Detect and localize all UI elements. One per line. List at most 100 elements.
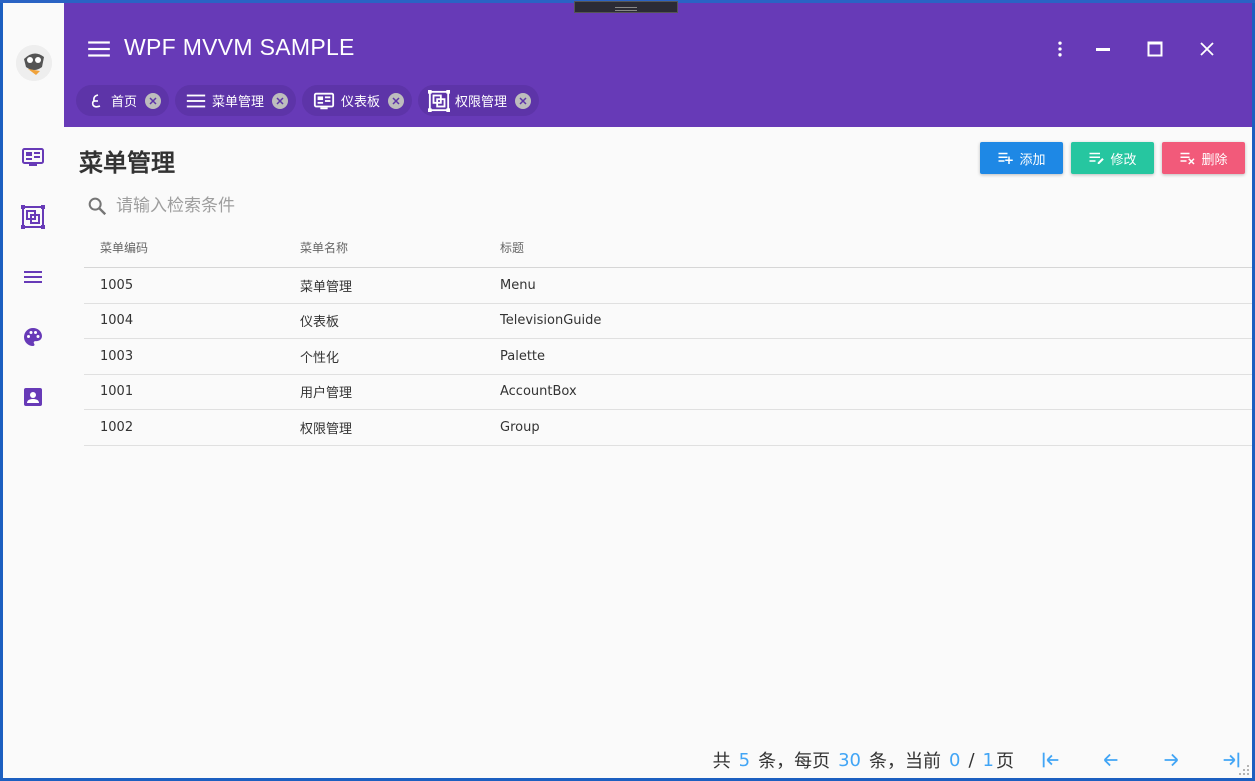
tab-menu-management[interactable]: 菜单管理 [175,85,297,116]
cell-title: Menu [500,277,536,293]
edit-button-label: 修改 [1110,152,1137,168]
pager-current: 0 [949,749,961,771]
delete-button-label: 删除 [1201,152,1228,168]
table-row[interactable]: 1001 用户管理 AccountBox [84,375,1252,410]
edit-button[interactable]: 修改 [1071,142,1154,174]
next-page-button[interactable] [1156,745,1186,775]
cell-title: TelevisionGuide [500,313,602,329]
palette-icon [24,328,42,346]
column-header-code[interactable]: 菜单编码 [84,239,284,256]
cell-title: Palette [500,348,546,364]
table-row[interactable]: 1003 个性化 Palette [84,339,1252,375]
playlist-remove-icon [1180,152,1196,165]
group-icon [428,89,451,112]
cell-code: 1003 [100,348,134,364]
cell-title: AccountBox [500,384,577,400]
table-row[interactable]: 1002 权限管理 Group [84,410,1252,446]
tab-label: 首页 [111,95,138,110]
search-icon [88,197,107,216]
search-input[interactable] [116,196,676,216]
close-icon [1200,42,1214,56]
pager-slash: / [968,749,975,771]
rail-item-menu[interactable] [17,261,49,293]
arrow-left-icon [1103,753,1118,767]
table-row[interactable]: 1004 仪表板 TelevisionGuide [84,304,1252,339]
more-options-button[interactable] [1044,33,1076,65]
close-icon [392,96,400,105]
cell-name: 用户管理 [300,386,353,402]
tab-bar: 首页 菜单管理 仪表板 权限管理 [76,85,540,117]
close-icon [276,96,284,105]
playlist-plus-icon [998,152,1014,164]
close-window-button[interactable] [1191,33,1223,65]
pager-mid1: 条，每页 [758,751,831,772]
tab-dashboard[interactable]: 仪表板 [302,85,413,116]
avatar[interactable] [16,45,52,81]
rail-item-permissions[interactable] [17,201,49,233]
table-row[interactable]: 1005 菜单管理 Menu [84,268,1252,304]
pager-total: 5 [738,749,751,771]
television-guide-icon [313,92,335,109]
menu-icon [186,94,206,107]
search-row [86,193,686,219]
title-drag-grip[interactable] [574,1,678,13]
tab-label: 权限管理 [455,95,508,110]
add-button[interactable]: 添加 [980,142,1063,174]
cell-name: 仪表板 [300,315,340,331]
maximize-button[interactable] [1139,33,1171,65]
previous-page-button[interactable] [1096,745,1126,775]
column-header-title[interactable]: 标题 [484,239,784,256]
pager: 共 5 条，每页 30 条，当前 0 / 1 页 [713,745,1252,775]
cell-name: 权限管理 [300,421,353,437]
menu-icon [88,41,110,57]
table-header: 菜单编码 菜单名称 标题 [84,228,1252,268]
tab-home[interactable]: 首页 [76,85,170,116]
left-rail [3,3,64,778]
close-icon [149,96,157,105]
minimize-icon [1096,48,1110,51]
group-icon [21,205,45,229]
menu-icon [24,271,42,283]
close-icon [519,96,527,105]
resize-grip-icon[interactable] [1238,764,1250,776]
first-page-icon [1042,752,1059,768]
tab-close-button[interactable] [272,92,289,109]
tab-label: 菜单管理 [212,95,265,110]
arrow-right-icon [1164,753,1179,767]
first-page-button[interactable] [1036,745,1066,775]
minimize-button[interactable] [1087,33,1119,65]
app-header: WPF MVVM SAMPLE 首页 菜单管理 仪表板 权限管理 [64,3,1252,127]
account-box-icon [24,388,42,406]
home-icon [91,93,101,108]
dots-vertical-icon [1058,41,1062,57]
cell-code: 1005 [100,277,134,293]
rail-item-users[interactable] [17,381,49,413]
maximize-icon [1147,41,1163,57]
pager-mid2: 条，当前 [869,751,942,772]
pager-suffix: 页 [996,751,1014,772]
television-guide-icon [22,148,44,166]
delete-button[interactable]: 删除 [1162,142,1245,174]
add-button-label: 添加 [1019,152,1046,168]
tab-close-button[interactable] [388,92,405,109]
cell-title: Group [500,419,540,435]
app-window: WPF MVVM SAMPLE 首页 菜单管理 仪表板 权限管理 菜单管理 添加… [3,3,1252,778]
page-title: 菜单管理 [79,149,175,177]
pager-prefix: 共 [712,751,731,772]
rail-item-dashboard[interactable] [17,141,49,173]
cell-code: 1001 [100,384,134,400]
tab-close-button[interactable] [145,92,162,109]
pager-page-size: 30 [838,749,862,771]
menu-table: 菜单编码 菜单名称 标题 1005 菜单管理 Menu 1004 仪表板 Tel… [84,228,1252,446]
hamburger-button[interactable] [86,36,112,62]
cell-code: 1004 [100,313,134,329]
column-header-name[interactable]: 菜单名称 [284,239,484,256]
pager-pages: 1 [982,749,994,771]
rail-item-personalize[interactable] [17,321,49,353]
app-title: WPF MVVM SAMPLE [124,34,355,60]
tab-label: 仪表板 [341,95,381,110]
tab-permissions[interactable]: 权限管理 [418,85,540,116]
playlist-edit-icon [1089,152,1105,164]
tab-close-button[interactable] [515,92,532,109]
cell-name: 菜单管理 [300,279,353,295]
